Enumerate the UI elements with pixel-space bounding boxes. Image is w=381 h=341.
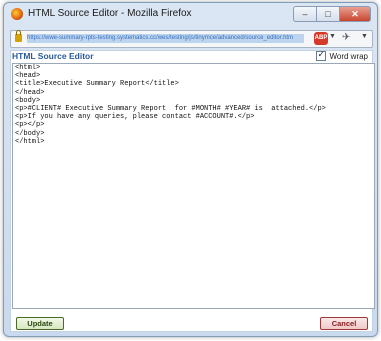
lock-icon (15, 30, 22, 42)
word-wrap-toggle[interactable]: Word wrap (316, 49, 368, 61)
adblock-icon[interactable]: ABP (314, 32, 328, 45)
browser-window: HTML Source Editor - Mozilla Firefox – □… (3, 2, 378, 337)
word-wrap-label: Word wrap (329, 51, 368, 61)
pin-icon[interactable]: ✈ (342, 32, 350, 43)
cancel-button[interactable]: Cancel (320, 317, 368, 330)
dialog-content: HTML Source Editor Word wrap <html> <hea… (10, 49, 375, 332)
window-title: HTML Source Editor - Mozilla Firefox (28, 8, 192, 19)
source-textarea[interactable]: <html> <head> <title>Executive Summary R… (12, 63, 375, 309)
window-controls: – □ ✕ (293, 6, 371, 22)
close-button[interactable]: ✕ (339, 6, 371, 22)
url-text[interactable]: https://wwe-summary-rpts-testing.systema… (27, 34, 304, 43)
word-wrap-checkbox[interactable] (316, 49, 327, 61)
editor-heading: HTML Source Editor (12, 51, 94, 61)
firefox-icon (11, 8, 23, 20)
url-bar[interactable]: https://wwe-summary-rpts-testing.systema… (10, 30, 373, 48)
title-bar[interactable]: HTML Source Editor - Mozilla Firefox – □… (4, 3, 377, 25)
update-button[interactable]: Update (16, 317, 64, 330)
chevron-down-icon[interactable]: ▼ (329, 33, 336, 40)
chevron-down-icon[interactable]: ▼ (361, 33, 368, 40)
maximize-button[interactable]: □ (316, 6, 339, 22)
minimize-button[interactable]: – (293, 6, 316, 22)
